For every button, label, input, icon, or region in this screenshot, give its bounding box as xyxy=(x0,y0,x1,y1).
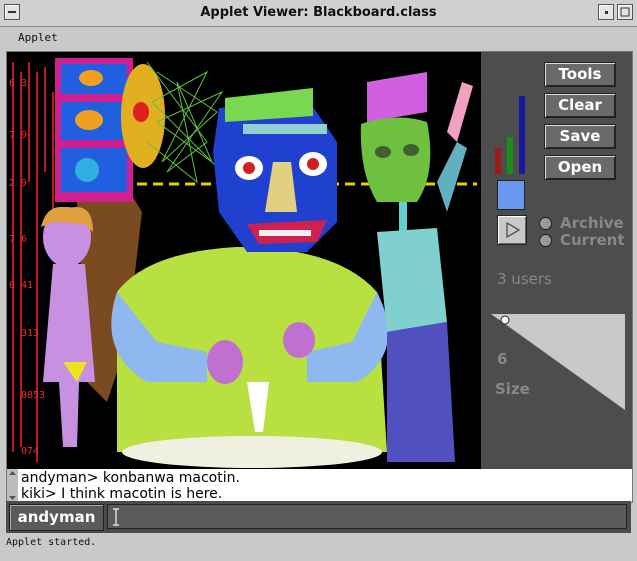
current-color-swatch[interactable] xyxy=(497,180,525,210)
maximize-icon[interactable] xyxy=(617,4,633,20)
play-icon xyxy=(506,221,521,239)
menu-bar: Applet xyxy=(0,27,637,49)
blackboard-drawing: 6 3 7 9 2 9 7 6 0 41 313 0853 074 xyxy=(7,52,481,469)
window-titlebar[interactable]: Applet Viewer: Blackboard.class xyxy=(0,0,637,27)
margin-number: 313 xyxy=(21,328,39,339)
menu-applet[interactable]: Applet xyxy=(18,31,58,44)
chat-message: kiki> I think macotin is here. xyxy=(21,486,223,502)
save-button[interactable]: Save xyxy=(544,124,616,149)
margin-number: 0853 xyxy=(21,390,45,401)
status-bar: Applet started. xyxy=(0,535,637,561)
users-count: 3 users xyxy=(497,270,552,288)
tool-panel: Tools Clear Save Open Archive Current 3 … xyxy=(481,52,632,469)
drawing-canvas[interactable]: 6 3 7 9 2 9 7 6 0 41 313 0853 074 xyxy=(7,52,481,469)
margin-number: 7 6 xyxy=(9,234,27,245)
username-label: andyman xyxy=(9,504,104,531)
size-label: Size xyxy=(495,380,530,398)
color-level-bars[interactable] xyxy=(493,66,529,174)
chat-input[interactable] xyxy=(107,504,627,529)
archive-label: Archive xyxy=(560,214,624,232)
chat-message: andyman> konbanwa macotin. xyxy=(21,470,240,486)
margin-number: 0 41 xyxy=(9,280,33,291)
size-value: 6 xyxy=(497,350,508,368)
window-title: Applet Viewer: Blackboard.class xyxy=(200,5,437,20)
tools-button[interactable]: Tools xyxy=(544,62,616,87)
margin-number: 7 9 xyxy=(9,130,27,141)
scroll-arrows-icon xyxy=(9,471,16,500)
green-level-bar xyxy=(507,137,513,174)
applet-panel: 6 3 7 9 2 9 7 6 0 41 313 0853 074 Tools … xyxy=(6,51,633,503)
play-button[interactable] xyxy=(497,215,527,245)
margin-number: 2 9 xyxy=(9,178,27,189)
margin-number: 6 3 xyxy=(9,78,27,89)
margin-number: 074 xyxy=(21,446,39,457)
chat-log[interactable]: andyman> konbanwa macotin. kiki> I think… xyxy=(7,469,632,502)
status-text: Applet started. xyxy=(6,537,97,548)
chat-input-row: andyman xyxy=(6,501,631,533)
red-level-bar xyxy=(495,148,501,174)
open-button[interactable]: Open xyxy=(544,155,616,180)
size-slider-handle xyxy=(500,315,510,325)
chat-scrollbar[interactable] xyxy=(7,469,18,502)
minimize-icon[interactable] xyxy=(598,4,614,20)
blue-level-bar xyxy=(519,96,525,174)
current-label: Current xyxy=(560,231,625,249)
current-radio[interactable] xyxy=(539,234,552,247)
archive-radio[interactable] xyxy=(539,217,552,230)
text-cursor-icon xyxy=(113,508,119,526)
clear-button[interactable]: Clear xyxy=(544,93,616,118)
